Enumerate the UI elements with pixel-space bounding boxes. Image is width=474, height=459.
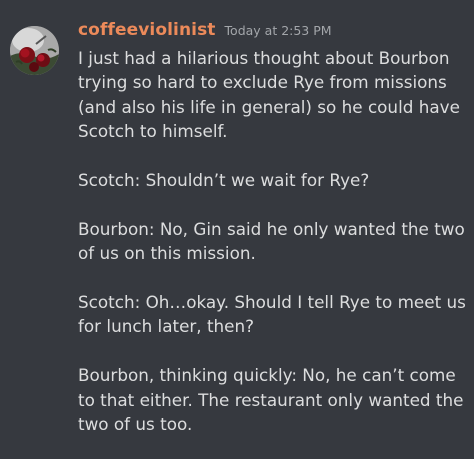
- message-header: coffeeviolinist Today at 2:53 PM: [78, 20, 332, 46]
- message-paragraph: Bourbon: No, Gin said he only wanted the…: [78, 218, 465, 264]
- rose-avatar-icon: [10, 26, 59, 75]
- message-paragraph: Scotch: Oh…okay. Should I tell Rye to me…: [78, 292, 466, 337]
- message-timestamp[interactable]: Today at 2:53 PM: [225, 23, 332, 38]
- user-avatar[interactable]: [10, 26, 59, 75]
- message-paragraph: I just had a hilarious thought about Bou…: [78, 48, 460, 142]
- message-paragraph: Bourbon, thinking quickly: No, he can’t …: [78, 365, 464, 435]
- chat-message: coffeeviolinist Today at 2:53 PM I just …: [0, 0, 474, 459]
- message-content: I just had a hilarious thought about Bou…: [78, 46, 470, 436]
- message-paragraph: Scotch: Shouldn’t we wait for Rye?: [78, 170, 370, 191]
- username[interactable]: coffeeviolinist: [78, 20, 216, 40]
